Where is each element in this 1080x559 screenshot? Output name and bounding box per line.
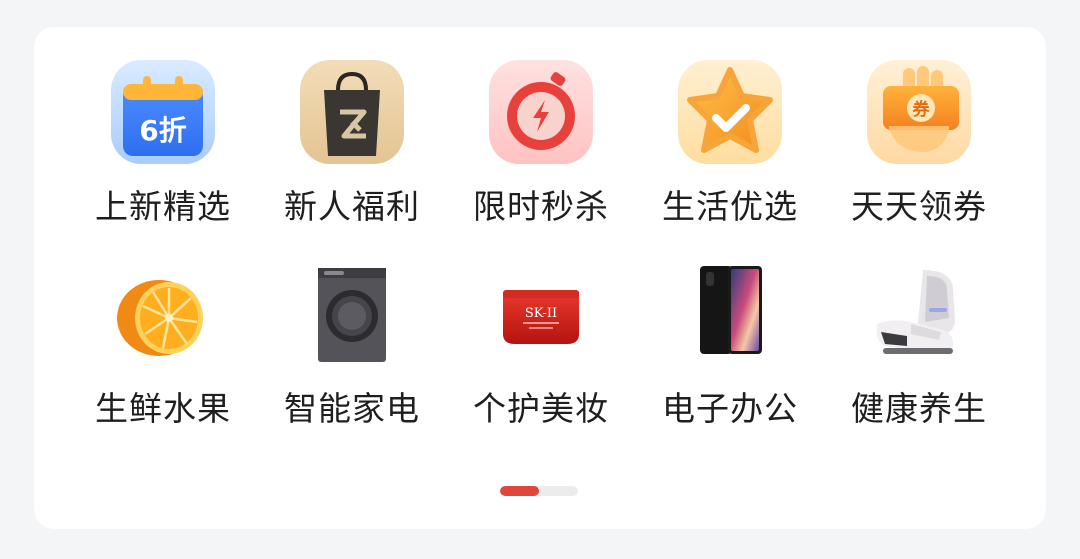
category-label: 智能家电 [284, 389, 420, 428]
category-item-personal-care[interactable]: SK-II 个护美妆 [451, 27, 631, 428]
category-label: 个护美妆 [473, 389, 609, 428]
category-item-smart-appliances[interactable]: 智能家电 [262, 27, 442, 428]
massage-chair-icon [867, 262, 971, 366]
category-label: 健康养生 [851, 389, 987, 428]
category-item-health[interactable]: 健康养生 [829, 27, 1009, 428]
cream-jar-icon: SK-II [489, 262, 593, 366]
category-label: 生鲜水果 [95, 389, 231, 428]
orange-icon [111, 262, 215, 366]
category-item-fresh-fruit[interactable]: 生鲜水果 [73, 27, 253, 428]
category-grid: 6折 上新精选 新人福利 限时秒杀 生活优选 券 天天领券 生鲜水果 智能家电 … [34, 27, 1046, 467]
category-label: 电子办公 [662, 389, 798, 428]
page-indicator[interactable] [500, 486, 578, 496]
category-item-electronics-office[interactable]: 电子办公 [640, 27, 820, 428]
jar-brand-text: SK-II [525, 306, 557, 321]
washing-machine-icon [300, 262, 404, 366]
page-indicator-active [500, 486, 539, 496]
smartphone-icon [678, 262, 782, 366]
category-card: 6折 上新精选 新人福利 限时秒杀 生活优选 券 天天领券 生鲜水果 智能家电 … [34, 27, 1046, 529]
